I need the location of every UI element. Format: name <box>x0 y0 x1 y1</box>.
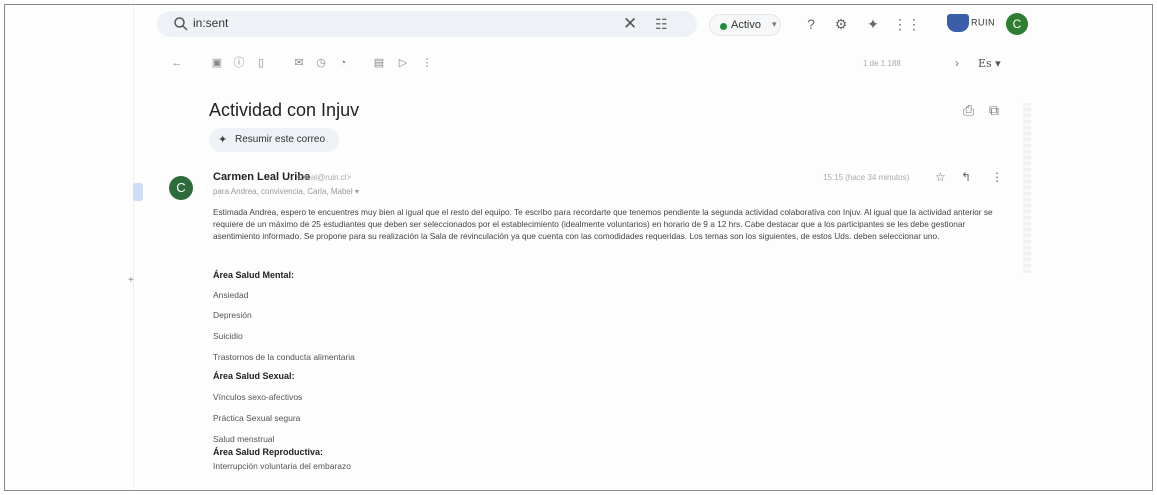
back-icon[interactable]: ← <box>169 55 185 71</box>
report-icon[interactable]: ⓘ <box>231 55 247 71</box>
language-selector[interactable]: Es ▾ <box>978 57 1001 70</box>
sender-avatar[interactable]: C <box>169 176 193 200</box>
list-item: Práctica Sexual segura <box>213 413 301 423</box>
list-item: Interrupción voluntaria del embarazo <box>213 461 351 471</box>
settings-icon[interactable]: ⚙ <box>831 14 851 34</box>
chevron-right-icon[interactable]: › <box>955 56 959 70</box>
crest-icon <box>947 14 969 32</box>
status-label: Activo <box>731 19 761 31</box>
left-divider <box>133 5 134 490</box>
list-item: Trastornos de la conducta alimentaria <box>213 352 355 362</box>
apps-icon[interactable]: ⋮⋮ <box>893 14 921 34</box>
section-title: Área Salud Mental: <box>213 270 295 280</box>
list-item: Depresión <box>213 310 252 320</box>
email-window: + in:sent ✕ ☷ Activo ▾ ? ⚙ ✦ ⋮⋮ RUIN C ←… <box>4 4 1153 491</box>
status-dot <box>720 23 727 30</box>
print-icon[interactable]: ⎙ <box>963 102 974 119</box>
move-icon[interactable]: ▤ <box>371 55 387 71</box>
gemini-icon[interactable]: ✦ <box>863 14 883 34</box>
section-title: Área Salud Reproductiva: <box>213 447 324 457</box>
reply-icon[interactable]: ↰ <box>961 170 971 184</box>
email-body: Estimada Andrea, espero te encuentres mu… <box>213 207 993 241</box>
star-icon[interactable]: ☆ <box>935 170 946 184</box>
add-task-icon[interactable]: ◔ <box>335 55 351 71</box>
archive-icon[interactable]: ▣ <box>209 55 225 71</box>
summarize-label: Resumir este correo <box>235 134 326 145</box>
sparkle-icon: ✦ <box>218 134 228 146</box>
more-icon[interactable]: ⋮ <box>419 55 435 71</box>
brand-label: RUIN <box>971 17 995 28</box>
email-timestamp: 15:15 (hace 34 minutos) <box>823 173 910 182</box>
add-icon[interactable]: + <box>128 275 134 286</box>
sender-email: <cleal@ruin.cl> <box>296 173 352 182</box>
more-vertical-icon[interactable]: ⋮ <box>991 170 1003 184</box>
snooze-icon[interactable]: ◷ <box>313 55 329 71</box>
tune-icon[interactable]: ☷ <box>655 15 668 33</box>
language-label: Es <box>978 57 992 70</box>
delete-icon[interactable]: ▯ <box>253 55 269 71</box>
email-subject: Actividad con Injuv <box>209 100 360 120</box>
mark-unread-icon[interactable]: ✉ <box>291 55 307 71</box>
label-icon[interactable]: ▷ <box>395 55 411 71</box>
pager-count: 1 de 1.188 <box>863 59 901 68</box>
search-bar[interactable]: in:sent ✕ ☷ <box>157 11 697 37</box>
scrollbar[interactable] <box>1023 103 1031 273</box>
close-icon[interactable]: ✕ <box>623 14 637 34</box>
brand-logo[interactable]: RUIN <box>947 14 995 32</box>
summarize-button[interactable]: ✦ Resumir este correo <box>209 128 340 152</box>
message-toolbar: ← ▣ ⓘ ▯ ✉ ◷ ◔ ▤ ▷ ⋮ 1 de 1.188 › Es ▾ <box>5 49 1152 77</box>
chevron-down-icon: ▾ <box>772 19 777 29</box>
top-bar: in:sent ✕ ☷ Activo ▾ ? ⚙ ✦ ⋮⋮ RUIN C <box>5 5 1152 43</box>
status-selector[interactable]: Activo ▾ <box>709 14 781 36</box>
list-item: Suicidio <box>213 331 243 341</box>
recipients-text: para Andrea, convivencia, Carla, Mabel <box>213 187 353 196</box>
search-icon[interactable] <box>173 16 189 32</box>
list-item: Ansiedad <box>213 290 249 300</box>
account-avatar[interactable]: C <box>1006 13 1028 35</box>
recipients-line[interactable]: para Andrea, convivencia, Carla, Mabel ▾ <box>213 187 359 196</box>
open-new-window-icon[interactable]: ⧉ <box>989 102 999 119</box>
section-title: Área Salud Sexual: <box>213 371 295 381</box>
side-panel-chip[interactable] <box>133 183 143 201</box>
search-input[interactable]: in:sent <box>193 16 228 30</box>
list-item: Salud menstrual <box>213 434 275 444</box>
list-item: Vínculos sexo-afectivos <box>213 392 303 402</box>
help-icon[interactable]: ? <box>801 14 821 34</box>
